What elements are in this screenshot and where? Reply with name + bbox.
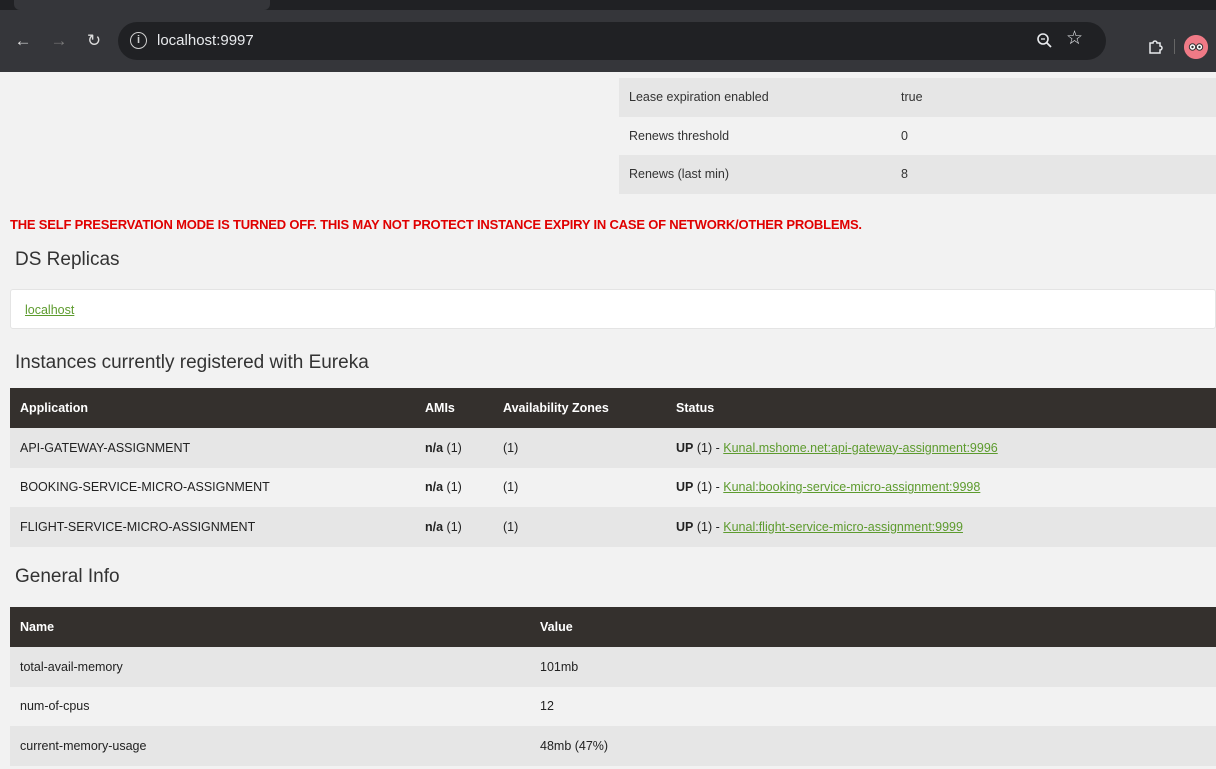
table-header-row: Name Value xyxy=(10,607,1216,647)
table-row: BOOKING-SERVICE-MICRO-ASSIGNMENT n/a (1)… xyxy=(10,467,1216,507)
info-name: num-of-cpus xyxy=(10,686,530,726)
status-cell: UP (1) - Kunal:booking-service-micro-ass… xyxy=(666,467,1216,507)
column-header-value: Value xyxy=(530,607,1216,647)
self-preservation-warning: THE SELF PRESERVATION MODE IS TURNED OFF… xyxy=(10,217,862,232)
lease-name: Renews threshold xyxy=(629,128,730,143)
instances-title: Instances currently registered with Eure… xyxy=(15,352,369,373)
amis-prefix: n/a xyxy=(425,480,444,495)
table-row: API-GATEWAY-ASSIGNMENT n/a (1) (1) UP (1… xyxy=(10,428,1216,468)
lease-name: Lease expiration enabled xyxy=(629,90,769,104)
zoom-icon[interactable] xyxy=(1035,31,1055,51)
lease-name: Renews (last min) xyxy=(629,167,730,181)
lease-info-table: Lease expiration enabled true Renews thr… xyxy=(619,78,1216,194)
application-name: API-GATEWAY-ASSIGNMENT xyxy=(10,428,415,468)
zones-cell: (1) xyxy=(493,467,666,507)
lease-row: Renews (last min) 8 xyxy=(619,155,1216,194)
info-name: current-memory-usage xyxy=(10,726,530,766)
active-tab-edge[interactable] xyxy=(14,0,270,10)
status-prefix: UP xyxy=(676,480,694,495)
amis-cell: n/a (1) xyxy=(415,428,493,468)
status-count: (1) - xyxy=(696,480,720,495)
amis-prefix: n/a xyxy=(425,519,444,534)
amis-count: (1) xyxy=(446,519,462,534)
star-icon[interactable]: ☆ xyxy=(1066,27,1083,50)
instance-link[interactable]: Kunal:booking-service-micro-assignment:9… xyxy=(723,480,980,494)
column-header-name: Name xyxy=(10,607,530,647)
table-row: total-avail-memory 101mb xyxy=(10,647,1216,687)
status-count: (1) - xyxy=(696,519,720,534)
browser-toolbar: ← → ↻ i localhost:9997 ☆ xyxy=(0,10,1216,72)
table-row: num-of-cpus 12 xyxy=(10,686,1216,726)
column-header-status: Status xyxy=(666,388,1216,428)
ds-replicas-list: localhost xyxy=(10,289,1216,329)
amis-cell: n/a (1) xyxy=(415,507,493,547)
info-value: 12 xyxy=(530,686,1216,726)
amis-prefix: n/a xyxy=(425,440,444,455)
table-row: current-memory-usage 48mb (47%) xyxy=(10,726,1216,766)
lease-value: 8 xyxy=(901,167,908,181)
status-prefix: UP xyxy=(676,440,694,455)
column-header-amis: AMIs xyxy=(415,388,493,428)
lease-value: 0 xyxy=(901,128,908,143)
status-cell: UP (1) - Kunal:flight-service-micro-assi… xyxy=(666,507,1216,547)
lease-row: Lease expiration enabled true xyxy=(619,78,1216,117)
amis-cell: n/a (1) xyxy=(415,467,493,507)
page-content: Lease expiration enabled true Renews thr… xyxy=(0,72,1216,769)
table-row: FLIGHT-SERVICE-MICRO-ASSIGNMENT n/a (1) … xyxy=(10,507,1216,547)
forward-arrow-icon[interactable]: → xyxy=(48,30,70,52)
avatar-icon[interactable] xyxy=(1184,35,1208,59)
status-cell: UP (1) - Kunal.mshome.net:api-gateway-as… xyxy=(666,428,1216,468)
lease-row: Renews threshold 0 xyxy=(619,116,1216,155)
column-header-application: Application xyxy=(10,388,415,428)
table-header-row: Application AMIs Availability Zones Stat… xyxy=(10,388,1216,428)
instance-link[interactable]: Kunal:flight-service-micro-assignment:99… xyxy=(723,520,963,534)
column-header-zones: Availability Zones xyxy=(493,388,666,428)
reload-icon[interactable]: ↻ xyxy=(83,30,105,52)
address-bar[interactable]: i localhost:9997 ☆ xyxy=(118,22,1106,60)
status-count: (1) - xyxy=(696,440,720,455)
status-prefix: UP xyxy=(676,519,694,534)
tab-strip xyxy=(0,0,1216,10)
ds-replicas-title: DS Replicas xyxy=(15,249,120,270)
info-name: total-avail-memory xyxy=(10,647,530,687)
general-info-title: General Info xyxy=(15,566,120,587)
zones-cell: (1) xyxy=(493,428,666,468)
application-name: BOOKING-SERVICE-MICRO-ASSIGNMENT xyxy=(10,467,415,507)
general-info-table: Name Value total-avail-memory 101mb num-… xyxy=(10,607,1216,766)
replica-link[interactable]: localhost xyxy=(25,303,74,317)
toolbar-separator xyxy=(1174,39,1175,54)
instance-link[interactable]: Kunal.mshome.net:api-gateway-assignment:… xyxy=(723,441,997,455)
amis-count: (1) xyxy=(446,440,462,455)
back-arrow-icon[interactable]: ← xyxy=(12,30,34,52)
instances-table: Application AMIs Availability Zones Stat… xyxy=(10,388,1216,547)
puzzle-icon[interactable] xyxy=(1147,38,1163,54)
site-info-icon[interactable]: i xyxy=(130,32,147,49)
info-value: 101mb xyxy=(530,647,1216,687)
application-name: FLIGHT-SERVICE-MICRO-ASSIGNMENT xyxy=(10,507,415,547)
info-value: 48mb (47%) xyxy=(530,726,1216,766)
zones-cell: (1) xyxy=(493,507,666,547)
amis-count: (1) xyxy=(446,480,462,495)
url-text[interactable]: localhost:9997 xyxy=(157,32,254,49)
lease-value: true xyxy=(901,90,923,104)
